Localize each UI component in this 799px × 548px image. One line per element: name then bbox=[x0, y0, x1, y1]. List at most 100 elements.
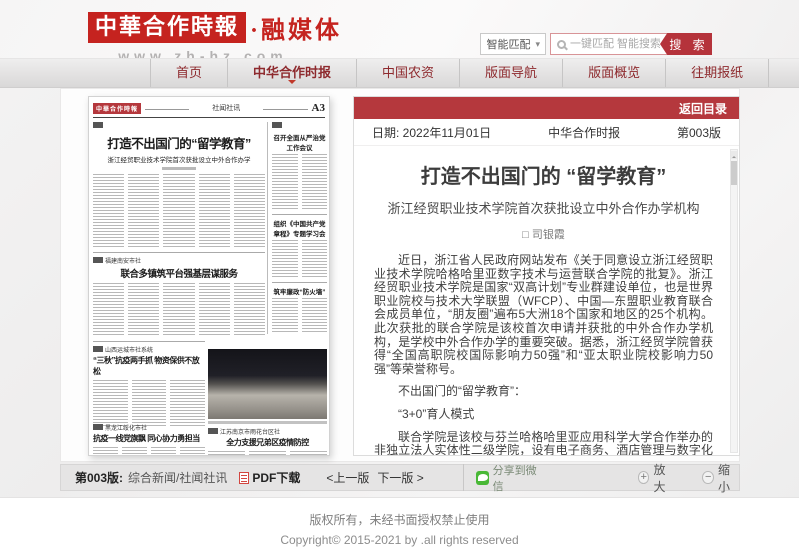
divider bbox=[93, 252, 265, 253]
thumb-photo bbox=[208, 349, 327, 419]
search-box: 搜 索 bbox=[550, 33, 712, 55]
back-to-toc-button[interactable]: 返回目录 bbox=[679, 100, 727, 117]
nav-item-past-issues[interactable]: 往期报纸 bbox=[666, 59, 769, 87]
thumb-headline: 全力支援兄弟区疫情防控 bbox=[208, 437, 327, 448]
thumb-photo-caption bbox=[208, 421, 327, 424]
active-tab-indicator-icon bbox=[288, 80, 296, 88]
reader-topbar: 返回目录 bbox=[354, 97, 739, 119]
logo-suffix: ·融媒体 bbox=[250, 10, 342, 45]
issue-date: 日期: 2022年11月01日 bbox=[372, 124, 491, 141]
site-footer: 版权所有，未经书面授权禁止使用 Copyright© 2015-2021 by … bbox=[0, 497, 799, 548]
page-number: 第003版 bbox=[677, 124, 721, 141]
article-author: □ 司银霞 bbox=[374, 226, 713, 242]
page: 中華合作時報 ·融媒体 www.zh-hz.com 智能匹配 ▾ 搜 索 首页 … bbox=[0, 0, 799, 548]
bottom-toolbar: 第003版: 综合新闻/社闻社讯 PDF下载 <上一版 下一版 > 分享到微信 … bbox=[60, 464, 740, 491]
site-logo[interactable]: 中華合作時報 ·融媒体 www.zh-hz.com bbox=[88, 10, 342, 64]
main-nav: 首页 中华合作时报 中国农资 版面导航 版面概览 往期报纸 bbox=[0, 58, 799, 88]
scroll-up-arrow-icon[interactable] bbox=[731, 151, 737, 159]
divider bbox=[93, 341, 205, 342]
search-mode-select[interactable]: 智能匹配 ▾ bbox=[480, 33, 546, 55]
search-area: 智能匹配 ▾ 搜 索 bbox=[480, 33, 712, 55]
scrollbar-thumb[interactable] bbox=[731, 161, 737, 185]
toolbar-page-label: 第003版: bbox=[75, 469, 123, 486]
thumb-headline: 联合多镇筑平台强基层谋服务 bbox=[93, 266, 265, 280]
article-reader-panel: 返回目录 日期: 2022年11月01日 中华合作时报 第003版 打造不出国门… bbox=[353, 96, 740, 456]
thumb-lead-kicker bbox=[93, 122, 265, 130]
search-icon bbox=[557, 40, 566, 49]
thumb-article-sanqiu: 山西运城市社系统 “三秋”抗疫两手抓 物资保供不放松 bbox=[93, 337, 205, 428]
zoom-in-label: 放大 bbox=[653, 461, 674, 495]
thumb-headline: “三秋”抗疫两手抓 物资保供不放松 bbox=[93, 355, 205, 377]
thumb-kicker: 山西运城市社系统 bbox=[93, 345, 205, 354]
thumb-lead-byline bbox=[162, 167, 196, 170]
wechat-icon bbox=[476, 471, 489, 485]
thumb-masthead: 中華合作時報 社闻社讯 A3 bbox=[93, 101, 325, 115]
zoom-out-label: 缩小 bbox=[718, 461, 739, 495]
search-button[interactable]: 搜 索 bbox=[660, 33, 712, 55]
thumb-article-suihua: 黑龙江绥化市社 抗疫一线党旗飘 同心协力勇担当 bbox=[93, 423, 205, 456]
nav-item-zhhzsb[interactable]: 中华合作时报 bbox=[228, 59, 357, 87]
zoom-out-button[interactable]: − 缩小 bbox=[702, 461, 739, 495]
article-subtitle: 浙江经贸职业技术学院首次获批设立中外合作办学机构 bbox=[374, 198, 713, 217]
thumb-body-text bbox=[93, 283, 265, 335]
content-area: 中華合作時報 社闻社讯 A3 打造不出国门的“留学教育” 浙江经贸职业技术学院首… bbox=[60, 88, 740, 462]
pdf-download-button[interactable]: PDF下载 bbox=[252, 469, 300, 486]
thumb-headline: 召开全面从严治党工作会议 bbox=[272, 132, 327, 152]
nav-item-layout-nav[interactable]: 版面导航 bbox=[460, 59, 563, 87]
prev-page-button[interactable]: <上一版 bbox=[326, 469, 369, 486]
divider bbox=[463, 464, 464, 491]
nav-item-layout-overview[interactable]: 版面概览 bbox=[563, 59, 666, 87]
thumb-body-text bbox=[272, 154, 327, 210]
article-body: 打造不出国门的 “留学教育” 浙江经贸职业技术学院首次获批设立中外合作办学机构 … bbox=[354, 146, 739, 455]
thumb-body-text bbox=[93, 447, 205, 456]
thumb-body-text bbox=[272, 298, 327, 332]
divider bbox=[267, 122, 268, 334]
next-page-button[interactable]: 下一版 > bbox=[377, 469, 423, 486]
toolbar-section-label: 综合新闻/社闻社讯 bbox=[128, 469, 227, 486]
pdf-icon bbox=[239, 472, 249, 484]
share-wechat-button[interactable]: 分享到微信 bbox=[476, 462, 543, 494]
nav-item-zgnz[interactable]: 中国农资 bbox=[357, 59, 460, 87]
thumb-lead-headline: 打造不出国门的“留学教育” bbox=[93, 133, 265, 152]
paper-name: 中华合作时报 bbox=[548, 124, 620, 141]
logo-mark: 中華合作時報 bbox=[88, 12, 246, 42]
article-scrollbar[interactable] bbox=[730, 149, 738, 453]
thumb-edition-label: 社闻社讯 bbox=[141, 103, 312, 113]
divider bbox=[272, 282, 327, 283]
thumb-article-nanjing: 江苏南京市雨花台区社 全力支援兄弟区疫情防控 bbox=[208, 427, 327, 456]
nav-item-home[interactable]: 首页 bbox=[150, 59, 228, 87]
divider bbox=[272, 214, 327, 215]
thumb-kicker: 福建南安市社 bbox=[93, 256, 265, 265]
thumb-body-text bbox=[93, 380, 205, 428]
article-paragraph: 近日，浙江省人民政府网站发布《关于同意设立浙江经贸职业技术学院哈格哈里亚数字技术… bbox=[374, 254, 713, 376]
thumb-body-text bbox=[272, 240, 327, 278]
minus-icon: − bbox=[702, 471, 714, 484]
article-paragraph: 不出国门的“留学教育”： bbox=[374, 385, 713, 399]
search-input[interactable] bbox=[570, 35, 660, 53]
divider bbox=[93, 117, 325, 118]
zoom-in-button[interactable]: + 放大 bbox=[638, 461, 675, 495]
copyright-line: Copyright© 2015-2021 by .all rights rese… bbox=[0, 533, 799, 547]
thumb-headline: 抗疫一线党旗飘 同心协力勇担当 bbox=[93, 433, 205, 444]
thumb-lead-subhead: 浙江经贸职业技术学院首次获批设立中外合作办学 bbox=[93, 154, 265, 164]
toolbar-left-group: 第003版: 综合新闻/社闻社讯 PDF下载 <上一版 下一版 > bbox=[61, 469, 463, 486]
article-title: 打造不出国门的 “留学教育” bbox=[374, 160, 713, 189]
chevron-down-icon: ▾ bbox=[535, 39, 540, 50]
article-paragraph: “3+0”育人模式 bbox=[374, 408, 713, 422]
share-label: 分享到微信 bbox=[493, 462, 543, 494]
reader-meta-row: 日期: 2022年11月01日 中华合作时报 第003版 bbox=[354, 119, 739, 146]
site-header: 中華合作時報 ·融媒体 www.zh-hz.com 智能匹配 ▾ 搜 索 bbox=[0, 0, 799, 58]
thumb-kicker: 黑龙江绥化市社 bbox=[93, 423, 205, 432]
newspaper-page-thumbnail[interactable]: 中華合作時報 社闻社讯 A3 打造不出国门的“留学教育” 浙江经贸职业技术学院首… bbox=[88, 96, 330, 456]
thumb-lead-article: 打造不出国门的“留学教育” 浙江经贸职业技术学院首次获批设立中外合作办学 福建南… bbox=[93, 122, 265, 335]
thumb-headline: 组织《中国共产党章程》专题学习会 bbox=[272, 218, 327, 238]
copyright-notice: 版权所有，未经书面授权禁止使用 bbox=[0, 511, 799, 528]
plus-icon: + bbox=[638, 471, 650, 484]
nav-item-label: 中华合作时报 bbox=[253, 65, 331, 80]
thumb-headline: 筑牢廉政“防火墙” bbox=[272, 286, 327, 296]
zoom-controls: + 放大 − 缩小 bbox=[638, 461, 739, 495]
thumb-kicker bbox=[272, 122, 327, 130]
search-mode-label: 智能匹配 bbox=[486, 36, 530, 52]
thumb-kicker: 江苏南京市雨花台区社 bbox=[208, 427, 327, 436]
thumb-page-number: A3 bbox=[312, 102, 325, 114]
